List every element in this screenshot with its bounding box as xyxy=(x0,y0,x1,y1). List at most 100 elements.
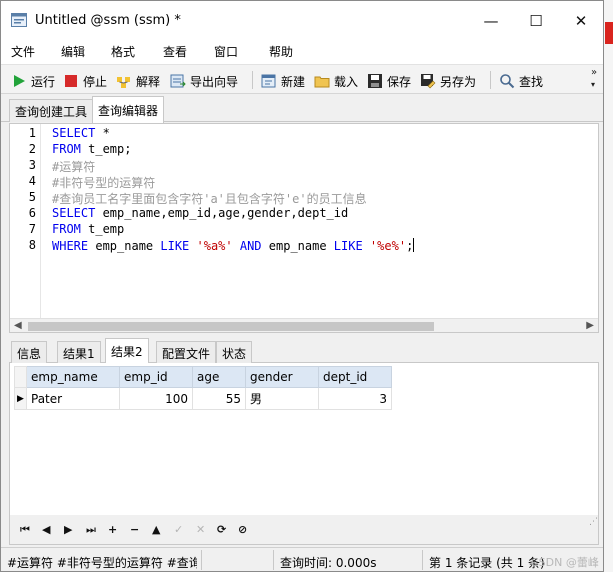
menu-help[interactable]: 帮助 xyxy=(269,43,293,60)
toolbar-overflow-button[interactable]: » ▾ xyxy=(591,67,597,91)
sql-keyword: FROM xyxy=(52,142,81,156)
scroll-right-icon[interactable]: ▶ xyxy=(586,320,594,331)
line-number-gutter: 1 2 3 4 5 6 7 8 xyxy=(10,124,41,318)
column-header[interactable]: dept_id xyxy=(318,366,392,388)
result-tab-strip: 信息 结果1 结果2 配置文件 状态 xyxy=(9,338,599,364)
database-window-icon xyxy=(11,13,27,27)
column-header[interactable]: age xyxy=(192,366,246,388)
menu-edit[interactable]: 编辑 xyxy=(61,43,85,60)
save-as-button[interactable]: 另存为 xyxy=(420,71,476,91)
row-header-corner xyxy=(14,366,27,388)
grid-header-row: emp_name emp_id age gender dept_id xyxy=(14,366,392,388)
toolbar-separator xyxy=(490,71,491,89)
next-record-icon[interactable]: ▶ xyxy=(64,523,72,536)
column-header[interactable]: gender xyxy=(245,366,319,388)
sql-text: emp_name xyxy=(88,239,161,253)
save-icon xyxy=(368,74,382,88)
resize-grip-icon[interactable]: ⋰ xyxy=(589,517,598,527)
first-record-icon[interactable]: ⏮ xyxy=(20,523,30,537)
folder-icon xyxy=(314,76,330,88)
grid-cell[interactable]: 55 xyxy=(192,387,246,410)
status-query-time: 查询时间: 0.000s xyxy=(280,556,377,570)
code-line: FROM t_emp xyxy=(52,222,124,236)
status-separator xyxy=(273,550,274,570)
toolbar-separator xyxy=(252,71,253,89)
menu-format[interactable]: 格式 xyxy=(111,43,135,60)
delete-record-icon[interactable]: − xyxy=(130,523,139,536)
save-button[interactable]: 保存 xyxy=(367,71,411,91)
tab-status[interactable]: 状态 xyxy=(216,341,253,363)
menu-view[interactable]: 查看 xyxy=(163,43,187,60)
line-number: 2 xyxy=(28,142,36,156)
run-button[interactable]: 运行 xyxy=(11,71,55,91)
new-label: 新建 xyxy=(281,74,306,89)
line-number: 4 xyxy=(28,174,36,188)
text-caret xyxy=(413,238,415,252)
sql-string: '%a%' xyxy=(189,239,240,253)
code-line: WHERE emp_name LIKE '%a%' AND emp_name L… xyxy=(52,238,415,253)
export-icon xyxy=(170,74,186,88)
move-up-icon[interactable]: ▲ xyxy=(152,523,160,536)
last-record-icon[interactable]: ⏭ xyxy=(86,523,96,537)
line-number: 3 xyxy=(28,158,36,172)
previous-record-icon[interactable]: ◀ xyxy=(42,523,50,536)
explain-button[interactable]: 解释 xyxy=(116,71,160,91)
toolbar: 运行 停止 解释 导出向导 新建 载入 保存 另存为 查找 » ▾ xyxy=(1,64,603,94)
column-header[interactable]: emp_name xyxy=(26,366,120,388)
line-number: 6 xyxy=(28,206,36,220)
find-button[interactable]: 查找 xyxy=(499,71,543,91)
grid-cell[interactable]: Pater xyxy=(26,387,120,410)
tab-query-builder[interactable]: 查询创建工具 xyxy=(9,99,94,122)
maximize-button[interactable]: ☐ xyxy=(522,7,550,35)
title-bar: Untitled @ssm (ssm) * — ☐ ✕ xyxy=(1,1,603,39)
menu-bar: 文件 编辑 格式 查看 窗口 帮助 xyxy=(1,39,603,64)
scrollbar-thumb[interactable] xyxy=(28,322,434,331)
export-wizard-button[interactable]: 导出向导 xyxy=(170,71,238,91)
menu-window[interactable]: 窗口 xyxy=(214,43,238,60)
new-button[interactable]: 新建 xyxy=(261,71,305,91)
code-comment: #非符号型的运算符 xyxy=(52,176,156,190)
find-label: 查找 xyxy=(519,74,544,89)
discard-changes-icon[interactable]: ✕ xyxy=(196,523,205,536)
tab-result-2[interactable]: 结果2 xyxy=(105,338,149,364)
sql-keyword: WHERE xyxy=(52,239,89,253)
stop-query-icon[interactable]: ⊘ xyxy=(238,523,247,536)
close-icon: ✕ xyxy=(574,12,588,30)
stop-label: 停止 xyxy=(83,74,108,89)
minimize-button[interactable]: — xyxy=(477,7,505,35)
code-line: SELECT * xyxy=(52,126,110,140)
code-comment: #查询员工名字里面包含字符'a'且包含字符'e'的员工信息 xyxy=(52,192,367,206)
sql-text: ; xyxy=(406,239,414,253)
stop-icon xyxy=(65,75,77,87)
tab-profile[interactable]: 配置文件 xyxy=(156,341,217,363)
line-number: 7 xyxy=(28,222,36,236)
refresh-icon[interactable]: ⟳ xyxy=(217,523,226,536)
sql-text: * xyxy=(95,126,110,140)
tab-query-editor[interactable]: 查询编辑器 xyxy=(92,96,165,123)
grid-cell[interactable]: 男 xyxy=(245,387,319,410)
background-accent xyxy=(605,22,613,44)
sql-editor[interactable]: 1 2 3 4 5 6 7 8 SELECT * FROM t_emp; #运算… xyxy=(9,123,599,333)
editor-horizontal-scrollbar[interactable]: ◀ ▶ xyxy=(10,318,598,332)
code-line: SELECT emp_name,emp_id,age,gender,dept_i… xyxy=(52,206,348,220)
query-tab-strip: 查询创建工具 查询编辑器 xyxy=(1,96,603,123)
stop-button[interactable]: 停止 xyxy=(63,71,107,91)
status-separator xyxy=(422,550,423,570)
close-button[interactable]: ✕ xyxy=(567,7,595,35)
tab-result-1[interactable]: 结果1 xyxy=(57,341,101,363)
table-row[interactable]: ▶ Pater 100 55 男 3 xyxy=(14,387,392,410)
save-as-icon xyxy=(421,74,436,89)
scroll-left-icon[interactable]: ◀ xyxy=(14,320,22,331)
code-comment: #运算符 xyxy=(52,160,96,174)
column-header[interactable]: emp_id xyxy=(119,366,193,388)
code-line: FROM t_emp; xyxy=(52,142,131,156)
menu-file[interactable]: 文件 xyxy=(11,43,35,60)
load-label: 载入 xyxy=(334,74,359,89)
tab-info[interactable]: 信息 xyxy=(11,341,48,363)
apply-changes-icon[interactable]: ✓ xyxy=(174,523,183,536)
add-record-icon[interactable]: + xyxy=(108,523,117,536)
load-button[interactable]: 载入 xyxy=(314,71,358,91)
explain-label: 解释 xyxy=(136,74,161,89)
grid-cell[interactable]: 100 xyxy=(119,387,193,410)
grid-cell[interactable]: 3 xyxy=(318,387,392,410)
